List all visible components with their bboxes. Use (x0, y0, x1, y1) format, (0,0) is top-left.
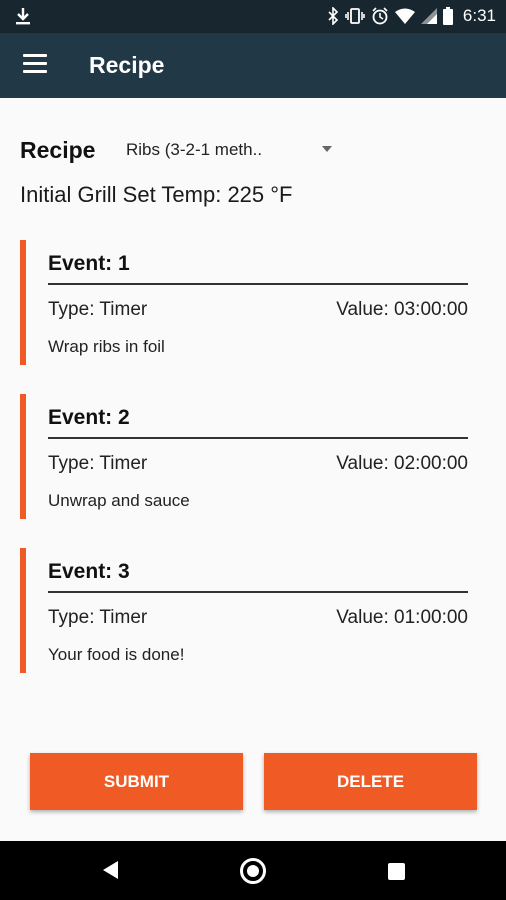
main-content: Recipe Ribs (3-2-1 meth.. Initial Grill … (0, 98, 506, 841)
alarm-icon (372, 7, 388, 25)
event-title: Event: 2 (48, 406, 130, 429)
event-type: Type: Timer (48, 607, 148, 628)
divider (48, 591, 468, 593)
event-accent-bar (20, 240, 26, 365)
download-icon (16, 8, 30, 25)
recipe-dropdown[interactable]: Ribs (3-2-1 meth.. (126, 138, 340, 162)
event-accent-bar (20, 394, 26, 519)
bluetooth-icon (328, 7, 339, 25)
clock: 6:31 (462, 6, 496, 25)
delete-button[interactable]: DELETE (264, 753, 477, 810)
home-icon[interactable] (240, 858, 266, 884)
event-card: Event: 1 Type: Timer Value: 03:00:00 Wra… (20, 240, 468, 365)
wifi-icon (394, 8, 415, 24)
event-type: Type: Timer (48, 453, 148, 474)
app-bar: Recipe (0, 33, 506, 98)
submit-button[interactable]: SUBMIT (30, 753, 243, 810)
event-type: Type: Timer (48, 299, 148, 320)
status-bar: 6:31 (0, 0, 506, 33)
recipe-row: Recipe Ribs (3-2-1 meth.. (20, 136, 332, 164)
recipe-label: Recipe (20, 136, 96, 163)
vibrate-icon (345, 8, 365, 24)
event-accent-bar (20, 548, 26, 673)
navigation-bar (0, 841, 506, 900)
page-title: Recipe (89, 52, 165, 78)
event-card: Event: 3 Type: Timer Value: 01:00:00 You… (20, 548, 468, 673)
event-description: Wrap ribs in foil (48, 337, 165, 356)
event-value: Value: 02:00:00 (336, 453, 468, 474)
menu-icon[interactable] (23, 54, 47, 76)
divider (48, 437, 468, 439)
recent-apps-icon[interactable] (388, 863, 405, 880)
event-title: Event: 1 (48, 252, 130, 275)
event-value: Value: 01:00:00 (336, 607, 468, 628)
signal-icon (420, 8, 437, 24)
dropdown-arrow-icon (322, 146, 332, 152)
event-description: Your food is done! (48, 645, 185, 664)
event-card: Event: 2 Type: Timer Value: 02:00:00 Unw… (20, 394, 468, 519)
event-description: Unwrap and sauce (48, 491, 190, 510)
recipe-dropdown-value: Ribs (3-2-1 meth.. (126, 140, 263, 159)
back-icon[interactable] (103, 861, 118, 879)
divider (48, 283, 468, 285)
battery-icon (442, 7, 453, 25)
status-icons: 6:31 (327, 6, 496, 26)
event-title: Event: 3 (48, 560, 130, 583)
event-value: Value: 03:00:00 (336, 299, 468, 320)
initial-temp: Initial Grill Set Temp: 225 °F (20, 182, 293, 207)
